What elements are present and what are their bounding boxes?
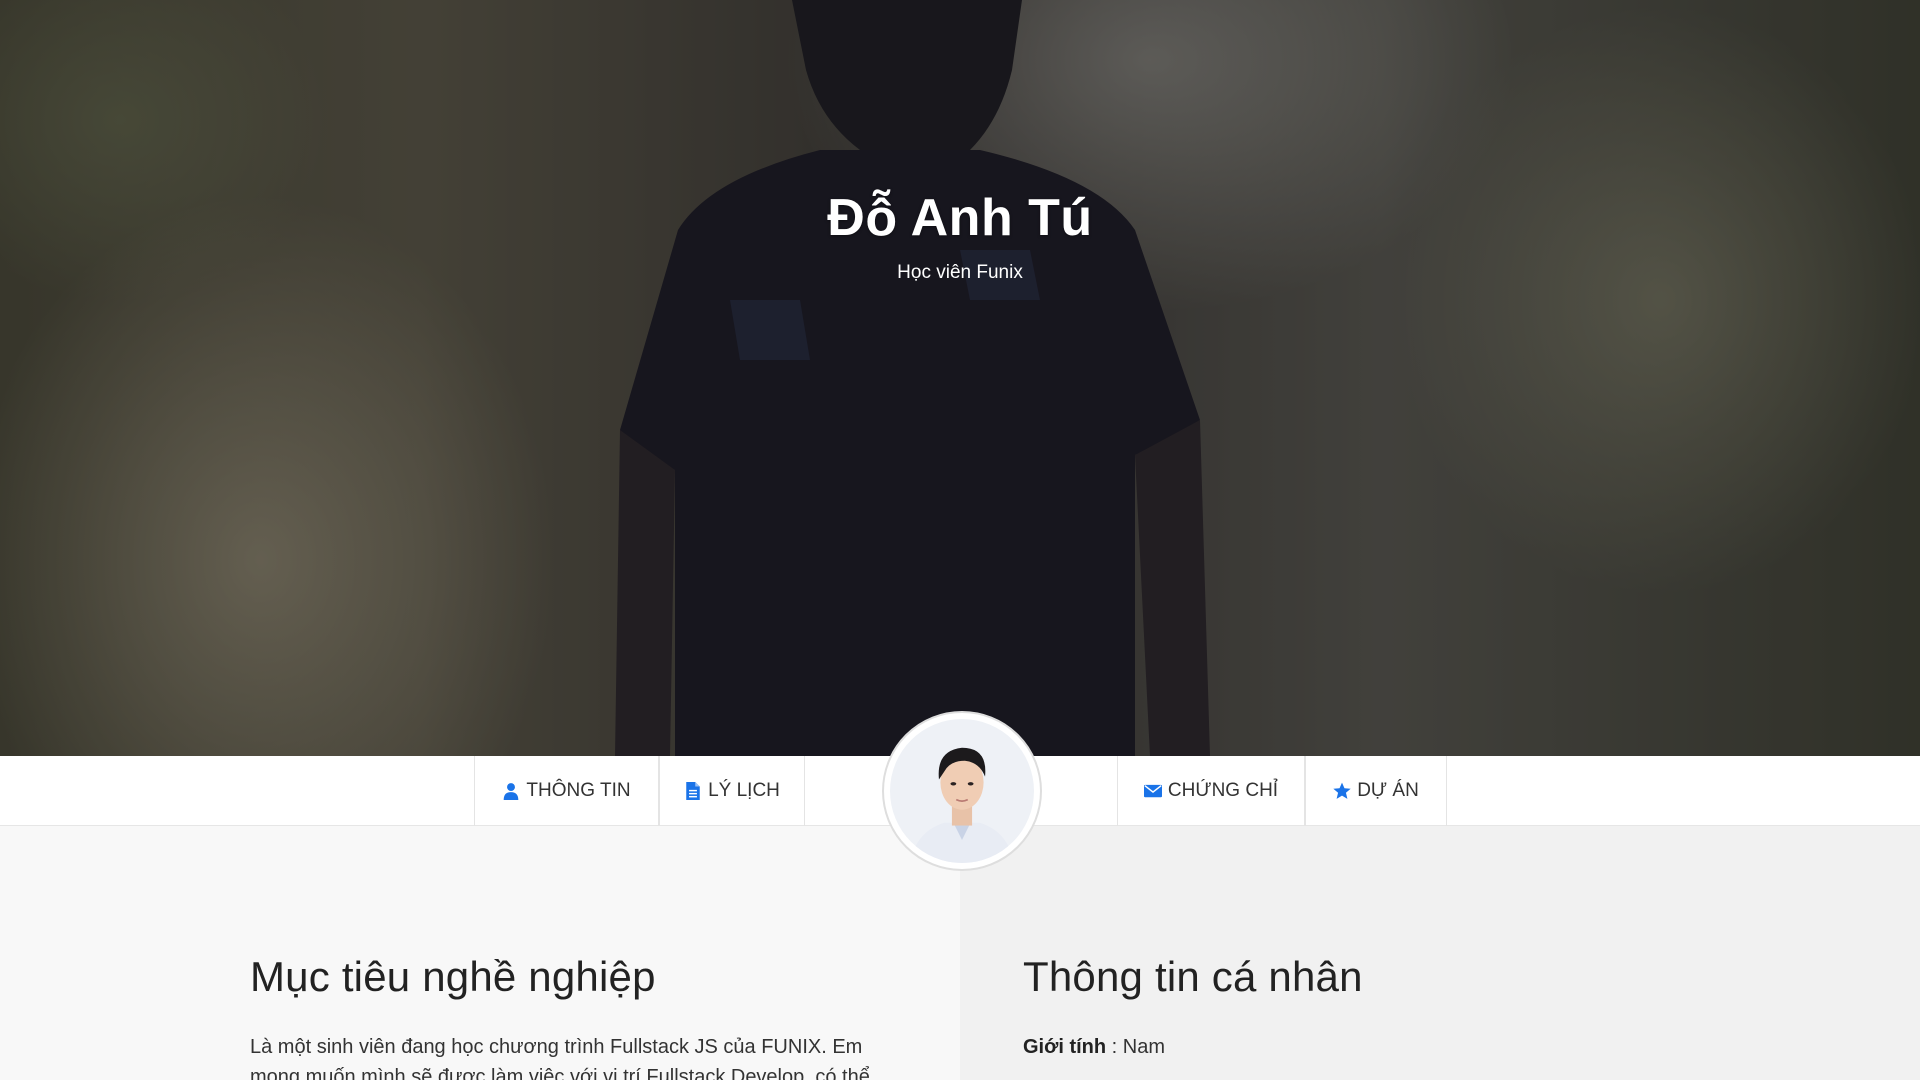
avatar-photo	[890, 719, 1034, 863]
nav-item-info[interactable]: THÔNG TIN	[474, 756, 659, 826]
gender-row: Giới tính : Nam	[1023, 1032, 1165, 1062]
hero-name: Đỗ Anh Tú	[827, 189, 1093, 247]
avatar	[882, 711, 1042, 871]
star-icon	[1333, 782, 1351, 799]
nav-item-label: THÔNG TIN	[526, 780, 631, 801]
envelope-icon	[1143, 784, 1162, 798]
nav-item-label: CHỨNG CHỈ	[1167, 780, 1279, 801]
nav-item-resume[interactable]: LÝ LỊCH	[659, 756, 805, 826]
career-objective-section: Mục tiêu nghề nghiệp Là một sinh viên đa…	[0, 826, 960, 1080]
career-objective-text: Là một sinh viên đang học chương trình F…	[250, 1036, 870, 1080]
hero-subtitle: Học viên Funix	[897, 262, 1023, 283]
gender-value: : Nam	[1111, 1036, 1166, 1058]
hero-banner: Đỗ Anh Tú Học viên Funix	[0, 0, 1920, 756]
personal-info-section: Thông tin cá nhân Giới tính : Nam	[960, 826, 1920, 1080]
nav-item-label: LÝ LỊCH	[708, 780, 780, 801]
nav-item-certificates[interactable]: CHỨNG CHỈ	[1117, 756, 1305, 826]
personal-info-title: Thông tin cá nhân	[1023, 953, 1363, 1000]
file-icon	[686, 782, 700, 800]
user-icon	[504, 783, 519, 800]
nav-item-projects[interactable]: DỰ ÁN	[1305, 756, 1447, 826]
nav-item-label: DỰ ÁN	[1357, 780, 1419, 801]
gender-label: Giới tính	[1023, 1036, 1107, 1058]
hero-overlay	[0, 0, 1920, 756]
career-objective-title: Mục tiêu nghề nghiệp	[250, 953, 656, 1000]
